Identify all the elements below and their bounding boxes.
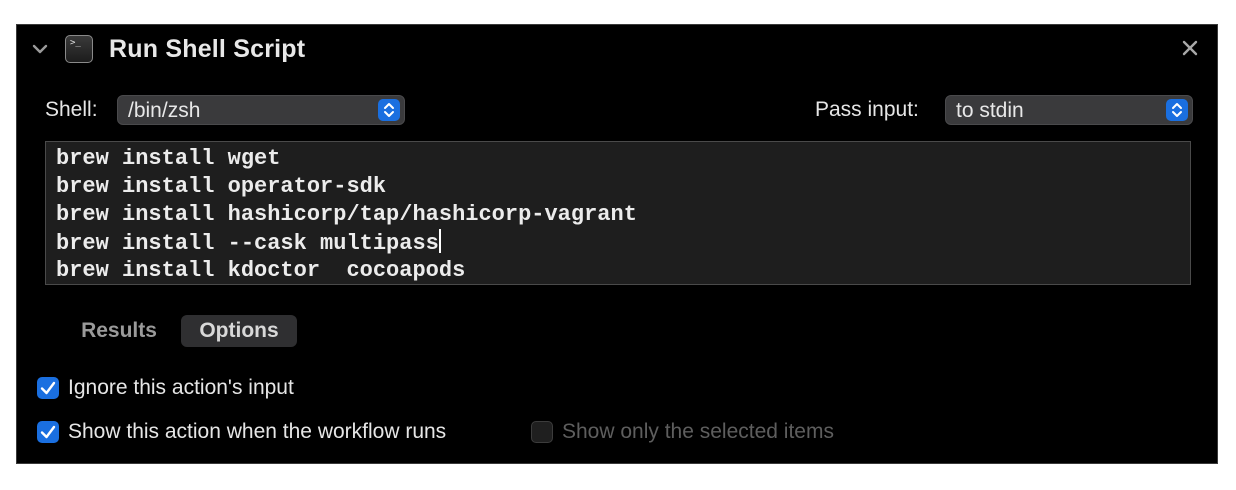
- script-line: brew install hashicorp/tap/hashicorp-vag…: [56, 202, 637, 227]
- script-line: brew install operator-sdk: [56, 174, 387, 199]
- popup-stepper-icon: [378, 99, 400, 121]
- script-line: brew install kdoctor cocoapods: [56, 258, 466, 283]
- action-title: Run Shell Script: [109, 35, 306, 63]
- text-caret: [438, 229, 441, 253]
- checkmark-icon: [40, 425, 56, 439]
- tab-results[interactable]: Results: [69, 315, 169, 347]
- show-selected-items-checkbox[interactable]: [531, 421, 553, 443]
- script-line-with-caret: brew install --cask multipass: [56, 229, 441, 258]
- script-line: brew install --cask multipass: [56, 231, 439, 256]
- pass-input-value: to stdin: [956, 99, 1024, 122]
- ignore-input-checkbox[interactable]: [37, 377, 59, 399]
- close-icon[interactable]: [1179, 37, 1201, 59]
- run-shell-script-action: >_ Run Shell Script Shell: /bin/zsh Pass…: [16, 24, 1218, 464]
- show-action-checkbox[interactable]: [37, 421, 59, 443]
- ignore-input-label: Ignore this action's input: [68, 376, 294, 399]
- script-editor[interactable]: brew install wget brew install operator-…: [45, 141, 1191, 285]
- chevron-down-icon[interactable]: [31, 37, 49, 61]
- action-header: >_ Run Shell Script: [17, 25, 1217, 77]
- shell-label: Shell:: [45, 98, 98, 121]
- show-action-label: Show this action when the workflow runs: [68, 420, 447, 443]
- pass-input-popup[interactable]: to stdin: [945, 95, 1193, 125]
- shell-popup[interactable]: /bin/zsh: [117, 95, 405, 125]
- terminal-icon-glyph: >_: [70, 38, 81, 48]
- tab-options[interactable]: Options: [181, 315, 297, 347]
- pass-input-label: Pass input:: [815, 98, 919, 121]
- show-selected-items-label: Show only the selected items: [562, 420, 834, 443]
- terminal-icon: >_: [65, 35, 93, 63]
- script-line: brew install wget: [56, 146, 281, 171]
- popup-stepper-icon: [1166, 99, 1188, 121]
- shell-value: /bin/zsh: [128, 99, 201, 122]
- checkmark-icon: [40, 381, 56, 395]
